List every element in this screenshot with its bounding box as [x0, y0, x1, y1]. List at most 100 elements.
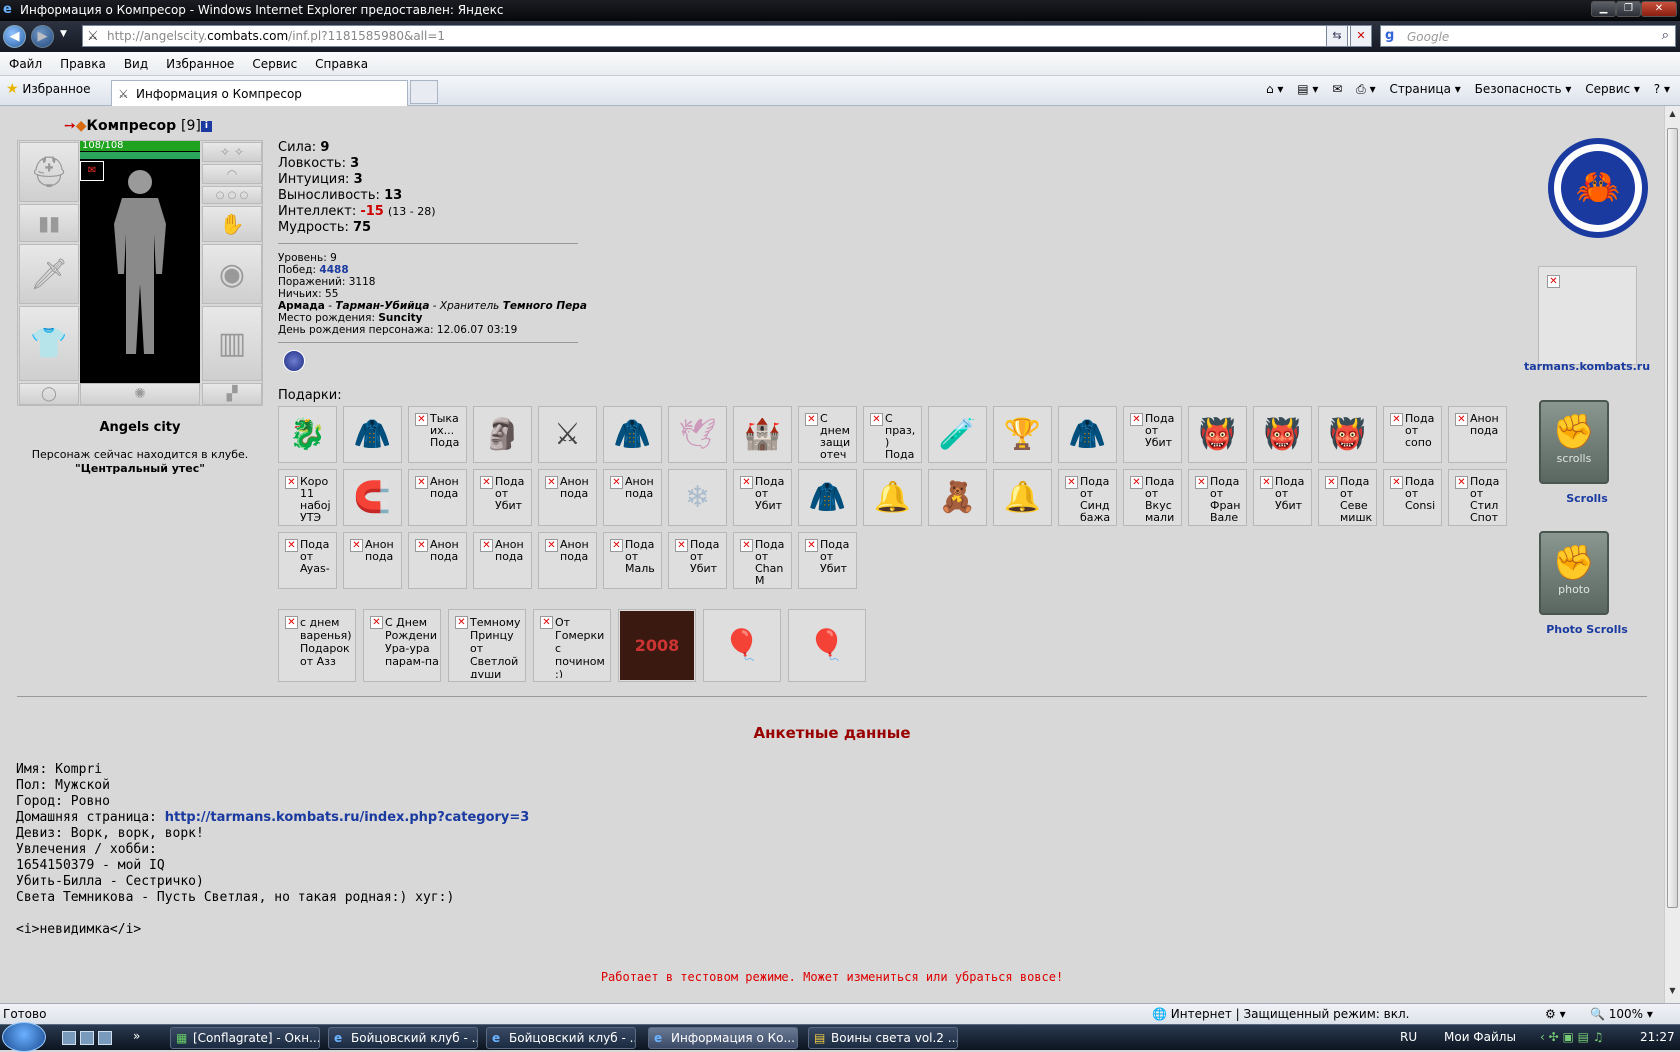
home-icon[interactable]: ⌂ ▾	[1266, 82, 1283, 96]
gift-item[interactable]: 🧥	[343, 406, 402, 463]
gift-item[interactable]: ✕ Пода от Убит	[473, 469, 532, 526]
gift-item[interactable]: 🎈	[703, 609, 781, 682]
gift-item[interactable]: ✕ Анон пода	[343, 532, 402, 589]
gift-item[interactable]: 🧲	[343, 469, 402, 526]
menu-help[interactable]: Справка	[306, 52, 377, 71]
gift-item[interactable]: ✕ Анон пода	[538, 469, 597, 526]
gift-item[interactable]: 🔔	[863, 469, 922, 526]
gloves-slot[interactable]: ✋	[202, 206, 262, 242]
homepage-link[interactable]: http://tarmans.kombats.ru/index.php?cate…	[165, 810, 530, 825]
gift-item[interactable]: ✕ Пода от Севе мишк	[1318, 469, 1377, 526]
gift-item[interactable]: ✕ Пода от Убит	[1253, 469, 1312, 526]
gift-item[interactable]: 🔔	[993, 469, 1052, 526]
gift-item[interactable]: ✕ Пода от Убит	[668, 532, 727, 589]
gift-item[interactable]: ✕ С Днем Рождени Ура-ура парам-па	[363, 609, 441, 682]
maximize-button[interactable]: ❐	[1616, 1, 1641, 17]
gift-item[interactable]: ✕ С днем защи отеч	[798, 406, 857, 463]
tray-icons[interactable]: ‹ ✣ ▣ ▤ ♫	[1540, 1030, 1604, 1044]
gift-item[interactable]: ✕ Тыка их... Пода	[408, 406, 467, 463]
taskbar-item[interactable]: e Бойцовский клуб - ...	[328, 1027, 478, 1049]
taskbar-item[interactable]: ▦ [Conflagrate] - Окн...	[170, 1027, 320, 1049]
menu-file[interactable]: Файл	[0, 52, 51, 71]
search-box[interactable]: g Google ⌕	[1380, 25, 1676, 47]
menu-view[interactable]: Вид	[115, 52, 157, 71]
legs-slot[interactable]: ▥	[202, 306, 262, 381]
gift-item[interactable]: ✕ Анон пода	[538, 532, 597, 589]
gift-item[interactable]: ✕ Анон пода	[603, 469, 662, 526]
gift-item[interactable]: ✕ Пода от Стил Спот	[1448, 469, 1507, 526]
gift-item[interactable]: ✕ Анон пода	[408, 469, 467, 526]
gift-item[interactable]: ✕ Анон пода	[1448, 406, 1507, 463]
forward-button[interactable]: ▶	[31, 25, 54, 48]
taskbar-item[interactable]: ▤ Воины света vol.2 ...	[808, 1027, 958, 1049]
gift-item[interactable]: ✕ Пода от Убит	[733, 469, 792, 526]
menu-favorites[interactable]: Избранное	[157, 52, 243, 71]
gift-item[interactable]: ✕ Пода от Убит	[798, 532, 857, 589]
gift-item[interactable]: 🧥	[1058, 406, 1117, 463]
gift-item[interactable]: ✕ Анон пода	[473, 532, 532, 589]
settings-icon[interactable]: ⚙ ▾	[1545, 1007, 1566, 1021]
tools-menu[interactable]: Сервис ▾	[1585, 82, 1640, 96]
gift-item[interactable]: 🗿	[473, 406, 532, 463]
helmet-slot[interactable]: ⛑	[19, 142, 79, 202]
language-indicator[interactable]: RU	[1400, 1030, 1417, 1044]
stop-icon[interactable]: ✕	[1350, 25, 1372, 47]
taskbar-item-active[interactable]: e Информация о Ко...	[648, 1027, 798, 1049]
search-icon[interactable]: ⌕	[1662, 28, 1669, 43]
close-button[interactable]: ✕	[1641, 1, 1677, 17]
scroll-down-icon[interactable]: ▼	[1667, 986, 1678, 1000]
weapon-slot[interactable]: 🗡	[19, 244, 79, 304]
gift-item[interactable]: ✕ Пода от Chan M	[733, 532, 792, 589]
menu-edit[interactable]: Правка	[51, 52, 115, 71]
banner-image[interactable]: ✕	[1538, 266, 1637, 365]
scrolls-image[interactable]: ✊ scrolls	[1539, 400, 1609, 484]
gift-item[interactable]: ✕ Пода от Маль	[603, 532, 662, 589]
gift-item[interactable]: 🧥	[603, 406, 662, 463]
quicklaunch-icon[interactable]	[98, 1031, 112, 1045]
gift-item[interactable]: 🧥	[798, 469, 857, 526]
bracer-slot[interactable]: ▮▮	[19, 204, 79, 242]
quicklaunch-icon[interactable]	[62, 1031, 76, 1045]
address-bar[interactable]: ⚔ http://angelscity.combats.com/inf.pl?1…	[82, 25, 1372, 47]
quicklaunch-icon[interactable]	[80, 1031, 94, 1045]
scrollbar-thumb[interactable]	[1667, 128, 1678, 908]
gift-item[interactable]: 🕊	[668, 406, 727, 463]
gift-item[interactable]: ✕ Пода от Убит	[1123, 406, 1182, 463]
gift-item[interactable]: ✕ От Гомерки с почином :)	[533, 609, 611, 682]
history-dropdown-icon[interactable]: ▼	[60, 29, 67, 39]
info-icon[interactable]: i	[200, 120, 212, 132]
taskbar-item[interactable]: e Бойцовский клуб - ...	[486, 1027, 636, 1049]
clan-logo[interactable]: 🦀	[1548, 138, 1648, 238]
gift-item[interactable]: 👹	[1318, 406, 1377, 463]
gift-item[interactable]: ✕ Пода от Синд бажа	[1058, 469, 1117, 526]
my-files-toolbar[interactable]: Мои Файлы	[1444, 1030, 1516, 1044]
gift-item[interactable]: ✕ с днем варенья) Подарок от Азз	[278, 609, 356, 682]
menu-tools[interactable]: Сервис	[243, 52, 306, 71]
banner-link[interactable]: tarmans.kombats.ru	[1522, 360, 1652, 373]
gift-item[interactable]: ✕ С праз, ) Пода	[863, 406, 922, 463]
gift-item[interactable]: ❄	[668, 469, 727, 526]
clan-emblem-icon[interactable]	[283, 350, 305, 372]
earrings-slot[interactable]: ✧ ✧	[202, 142, 262, 162]
scrolls-link[interactable]: Scrolls	[1522, 492, 1652, 505]
help-menu[interactable]: ? ▾	[1654, 82, 1670, 96]
gift-item[interactable]: ⚔	[538, 406, 597, 463]
armor-slot[interactable]: 👕	[19, 306, 79, 381]
favorites-button[interactable]: ★ Избранное	[6, 81, 91, 97]
safety-menu[interactable]: Безопасность ▾	[1475, 82, 1572, 96]
mail-icon[interactable]: ✉	[1332, 82, 1342, 96]
scroll-up-icon[interactable]: ▲	[1667, 109, 1678, 123]
gift-item[interactable]: 🏰	[733, 406, 792, 463]
gift-item[interactable]: 2008	[618, 609, 696, 682]
gift-item[interactable]: ✕ Пода от Ayas-	[278, 532, 337, 589]
gift-item[interactable]: 🎈	[788, 609, 866, 682]
boots-slot[interactable]: ▞	[202, 383, 262, 405]
start-button[interactable]	[2, 1022, 46, 1052]
refresh-icon[interactable]: ⇆	[1326, 25, 1348, 47]
feeds-icon[interactable]: ▤ ▾	[1297, 82, 1318, 96]
belt-slot[interactable]: ◯	[19, 383, 79, 405]
vertical-scrollbar[interactable]: ▲ ▼	[1664, 106, 1680, 1003]
gift-item[interactable]: 🧸	[928, 469, 987, 526]
new-tab-button[interactable]	[410, 80, 438, 104]
gift-item[interactable]: ✕ Коро 11 набој УТЭ	[278, 469, 337, 526]
